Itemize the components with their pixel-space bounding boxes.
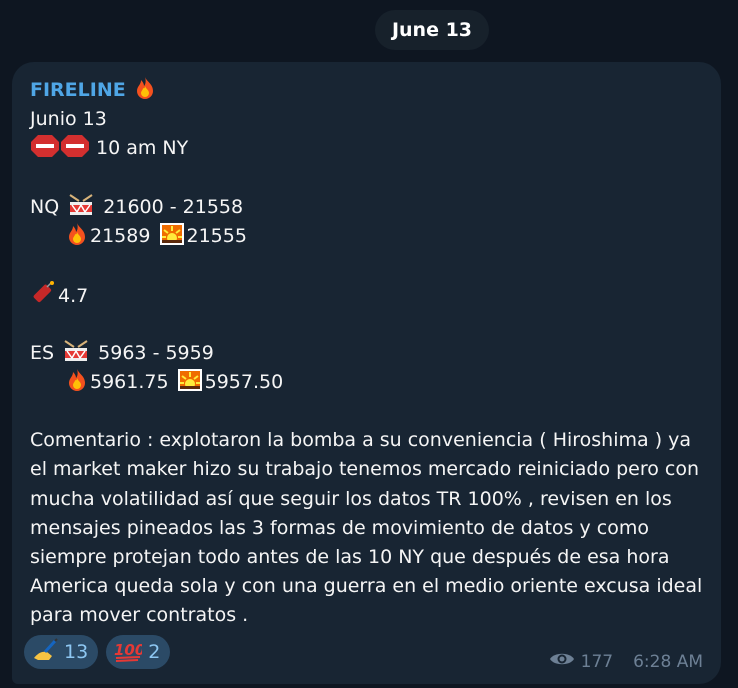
reaction-hundred[interactable]: 100 2 [106,635,171,669]
date-separator: June 13 [375,10,489,50]
message-bubble[interactable]: FIRELINE Junio 13 10 am NY NQ 21600 - 21… [12,62,721,684]
es-burst-value: 5957.50 [204,370,284,393]
reaction-count: 13 [64,641,89,663]
reaction-writing-hand[interactable]: 13 [24,635,99,669]
fire-icon [66,368,88,401]
stop-sign-icon [30,134,60,167]
fire-icon [134,76,156,109]
dynamite-line: 4.7 [30,280,710,309]
es-range: 5963 - 5959 [98,341,214,364]
date-label: June 13 [391,19,473,41]
reaction-count: 2 [148,641,161,663]
sunset-burst-icon [159,222,185,255]
es-levels-line: 5961.75 5957.50 [30,368,710,397]
es-fire-value: 5961.75 [90,370,169,393]
view-count: 177 [580,651,614,672]
reactions-bar: 13 100 2 [24,635,171,669]
time-alert-text: 10 am NY [96,137,189,160]
es-line: ES 5963 - 5959 [30,339,710,368]
hundred-points-icon: 100 [114,638,146,667]
nq-levels-line: 21589 21555 [30,222,710,251]
writing-hand-icon [32,637,58,667]
nq-burst-value: 21555 [186,224,247,247]
stop-sign-icon [60,134,90,167]
message-meta: 177 6:28 AM [549,650,703,673]
message-body: FIRELINE Junio 13 10 am NY NQ 21600 - 21… [30,76,710,631]
fire-icon [66,222,88,255]
nq-range: 21600 - 21558 [103,195,244,218]
date-line: Junio 13 [30,108,107,131]
nq-fire-value: 21589 [90,224,151,247]
dynamite-value: 4.7 [58,285,89,308]
nq-line: NQ 21600 - 21558 [30,193,710,222]
comment-text: Comentario : explotaron la bomba a su co… [30,429,703,627]
nq-label: NQ [30,195,60,218]
sender-line: FIRELINE [30,76,710,105]
message-time: 6:28 AM [633,651,703,672]
es-label: ES [30,341,55,364]
sender-name[interactable]: FIRELINE [30,79,126,101]
sunset-burst-icon [177,368,203,401]
eye-icon [549,650,575,673]
time-alert-line: 10 am NY [30,134,710,163]
firecracker-icon [30,280,56,315]
